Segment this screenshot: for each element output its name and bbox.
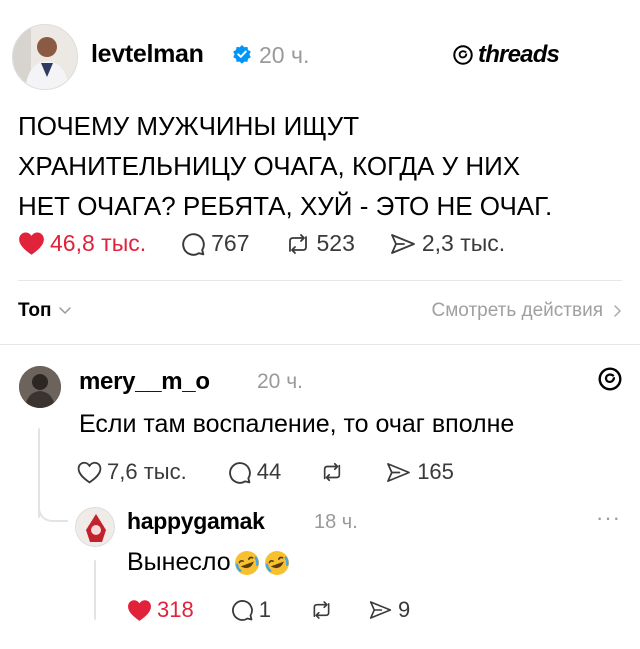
post-author-avatar[interactable] [12, 24, 78, 90]
heart-icon [128, 599, 151, 621]
reply-text: Вынесло [127, 548, 291, 577]
comment-count: 767 [211, 230, 250, 256]
laughing-emoji-icon [234, 550, 259, 575]
chevron-down-icon [58, 307, 71, 315]
sort-dropdown[interactable]: Топ [18, 300, 72, 322]
threads-brand: threads [452, 41, 560, 69]
heart-icon [19, 232, 44, 255]
like-button[interactable]: 7,6 тыс. [77, 459, 187, 485]
share-icon [387, 462, 411, 482]
like-count: 46,8 тыс. [50, 230, 147, 256]
comment-icon [231, 600, 253, 621]
like-button[interactable]: 46,8 тыс. [18, 230, 146, 257]
like-count: 7,6 тыс. [107, 459, 187, 484]
repost-count: 523 [316, 230, 355, 256]
share-icon [390, 233, 415, 254]
repost-button[interactable] [319, 461, 345, 483]
reply-text: Если там воспаление, то очаг вполне [79, 410, 515, 438]
comment-count: 44 [256, 459, 282, 484]
reply-author-username[interactable]: happygamak [127, 508, 265, 535]
view-activity-link[interactable]: Смотреть действия [432, 300, 622, 322]
threads-brand-text: threads [478, 41, 560, 68]
reply-author-avatar[interactable] [19, 366, 61, 408]
verified-badge-icon [233, 45, 251, 64]
repost-button[interactable] [309, 599, 334, 621]
comment-count: 1 [258, 597, 271, 622]
reply-timestamp: 20 ч. [257, 370, 303, 393]
heart-icon [77, 461, 102, 483]
divider [18, 280, 622, 281]
comment-icon [228, 461, 251, 484]
share-button[interactable]: 2,3 тыс. [389, 230, 505, 257]
share-button[interactable]: 165 [385, 459, 454, 485]
repost-button[interactable]: 523 [284, 230, 355, 257]
reply-actions: 7,6 тыс. 44 165 [77, 459, 454, 485]
comment-button[interactable]: 767 [180, 230, 250, 257]
threads-logo-icon [453, 45, 473, 65]
share-button[interactable]: 9 [368, 597, 410, 623]
threads-logo-icon[interactable] [597, 366, 623, 392]
repost-icon [313, 601, 330, 619]
post-timestamp: 20 ч. [259, 42, 310, 68]
share-count: 165 [417, 459, 454, 484]
view-activity-label: Смотреть действия [431, 300, 603, 321]
reply-timestamp: 18 ч. [314, 511, 358, 533]
sort-label: Топ [18, 300, 52, 321]
chevron-right-icon [614, 305, 622, 317]
post-actions: 46,8 тыс. 767 523 2,3 тыс. [18, 230, 505, 257]
like-button[interactable]: 318 [127, 597, 194, 623]
thread-connector [94, 560, 96, 620]
reply-actions: 318 1 9 [127, 597, 410, 623]
divider [0, 344, 640, 345]
repost-icon [324, 462, 341, 482]
laughing-emoji-icon [264, 550, 289, 575]
repost-icon [288, 233, 307, 254]
post-text: ПОЧЕМУ МУЖЧИНЫ ИЩУТ ХРАНИТЕЛЬНИЦУ ОЧАГА,… [18, 111, 553, 221]
thread-connector-curve [38, 498, 68, 522]
comment-icon [182, 232, 205, 256]
reply-author-username[interactable]: mery__m_o [79, 368, 210, 396]
share-icon [369, 601, 392, 619]
reply-author-avatar[interactable] [75, 507, 115, 547]
like-count: 318 [157, 597, 194, 622]
comment-button[interactable]: 1 [230, 597, 271, 623]
comment-button[interactable]: 44 [227, 459, 281, 485]
reply-text-content: Вынесло [127, 548, 231, 576]
share-count: 9 [397, 597, 411, 622]
post-author-username[interactable]: levtelman [91, 40, 204, 69]
more-options-button[interactable]: ··· [596, 505, 621, 531]
share-count: 2,3 тыс. [421, 230, 506, 256]
